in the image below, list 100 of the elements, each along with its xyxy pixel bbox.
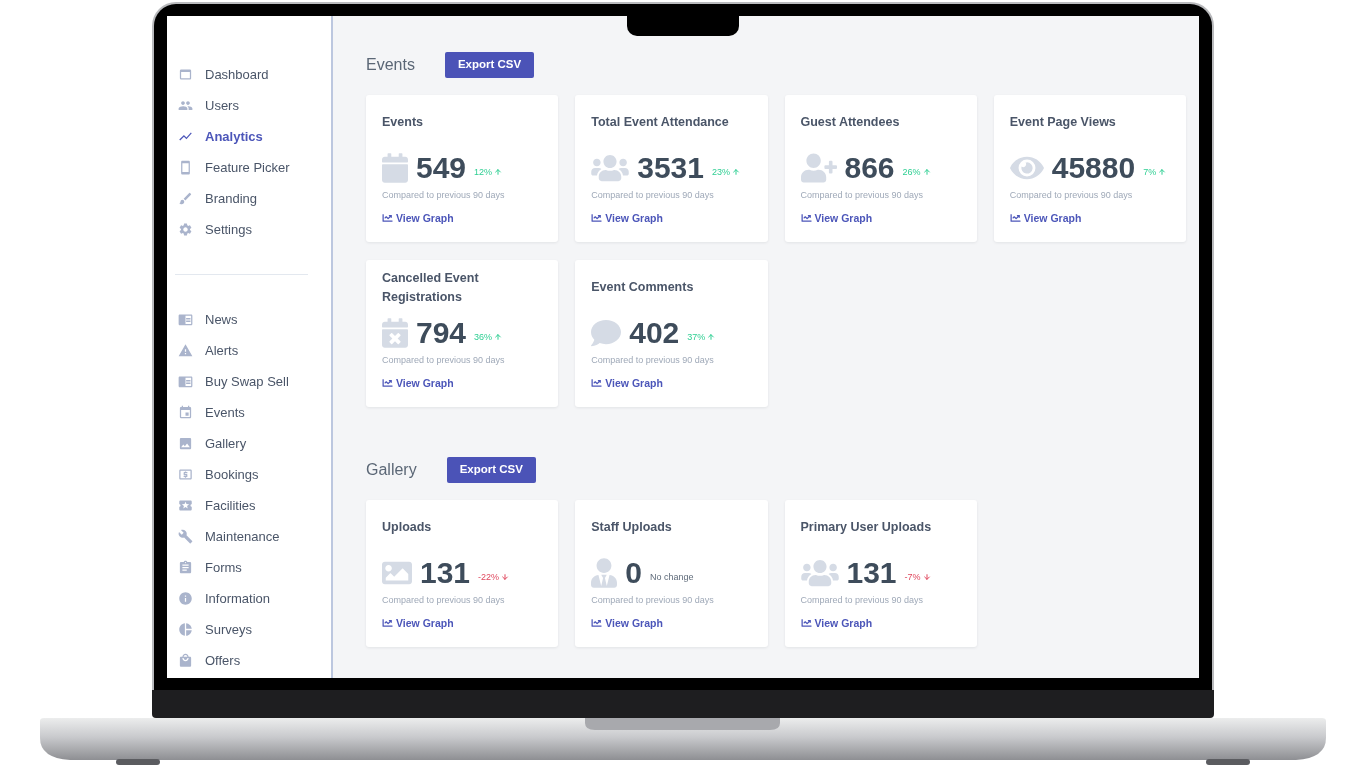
arrow-up-icon — [707, 333, 716, 341]
line-chart-icon — [382, 618, 393, 628]
reader-icon — [178, 312, 193, 327]
nav-item[interactable]: Alerts — [167, 335, 331, 366]
stat-value: 131 — [846, 556, 897, 590]
user-plus-icon — [800, 153, 837, 183]
stat-value: 402 — [629, 316, 680, 350]
export-button[interactable]: Export CSV — [446, 457, 536, 483]
wrench-icon — [178, 529, 193, 544]
view-graph-link[interactable]: View Graph — [800, 616, 873, 630]
nav-item[interactable]: Branding — [167, 183, 331, 214]
view-graph-link[interactable]: View Graph — [1009, 211, 1082, 225]
nav-item[interactable]: Analytics — [167, 121, 331, 152]
stat-value: 794 — [416, 316, 467, 350]
line-chart-icon — [591, 378, 603, 388]
window-icon — [178, 67, 193, 82]
card-title: Uploads — [382, 519, 432, 536]
view-graph-link[interactable]: View Graph — [800, 211, 873, 225]
calendar-icon — [178, 405, 193, 420]
people-icon — [591, 153, 630, 183]
bag-icon — [178, 653, 193, 668]
view-graph-link[interactable]: View Graph — [591, 376, 663, 390]
line-chart-icon — [591, 213, 603, 223]
view-graph-link[interactable]: View Graph — [382, 616, 454, 630]
stat-value: 0 — [625, 556, 642, 590]
section-title: Events — [366, 55, 415, 75]
card-title: Cancelled Event Registrations — [382, 269, 480, 306]
card-title: Guest Attendees — [800, 114, 900, 131]
card-title: Total Event Attendance — [591, 114, 729, 131]
change-text: 26% — [902, 166, 921, 178]
arrow-up-icon — [1158, 168, 1167, 176]
view-graph-link[interactable]: View Graph — [591, 211, 663, 225]
nav-item[interactable]: Settings — [167, 214, 331, 245]
stat-value: 131 — [420, 556, 471, 590]
stat-value: 3531 — [637, 151, 704, 185]
card-title: Events — [382, 114, 423, 131]
view-graph-link[interactable]: View Graph — [382, 211, 454, 225]
caption-text: Compared to previous 90 days — [591, 354, 715, 366]
nav-item[interactable]: Offers — [167, 645, 331, 676]
caption-text: Compared to previous 90 days — [800, 189, 925, 201]
line-chart-icon — [800, 618, 812, 628]
nav-item[interactable]: Information — [167, 583, 331, 614]
brush-icon — [178, 191, 193, 206]
stat-value: 549 — [416, 151, 467, 185]
ticket-icon — [178, 498, 193, 513]
line-chart-icon — [800, 213, 812, 223]
nav-item[interactable]: Buy Swap Sell — [167, 366, 331, 397]
pie-chart-icon — [178, 622, 193, 637]
nav-item[interactable]: Dashboard — [167, 59, 331, 90]
line-chart-icon — [382, 213, 393, 223]
export-button[interactable]: Export CSV — [444, 52, 535, 78]
view-graph-link[interactable]: View Graph — [382, 376, 454, 390]
change-text: 36% — [474, 331, 493, 343]
caption-text: Compared to previous 90 days — [591, 189, 715, 201]
arrow-up-icon — [732, 168, 740, 176]
change-text: -7% — [904, 571, 921, 583]
settings-icon — [178, 222, 193, 237]
nav-item[interactable]: Surveys — [167, 614, 331, 645]
calendar-icon — [382, 153, 408, 183]
view-graph-link[interactable]: View Graph — [591, 616, 663, 630]
warning-icon — [178, 343, 193, 358]
nav-item[interactable]: News — [167, 304, 331, 335]
line-chart-icon — [1009, 213, 1021, 223]
card-title: Event Comments — [591, 279, 694, 296]
card-title: Primary User Uploads — [800, 519, 932, 536]
speech-bubble-icon — [591, 318, 622, 348]
stat-value: 45880 — [1051, 151, 1136, 185]
person-tie-icon — [591, 558, 618, 588]
nav-item[interactable]: Events — [167, 397, 331, 428]
arrow-up-icon — [494, 333, 503, 341]
arrow-down-icon — [501, 573, 510, 581]
stat-value: 866 — [844, 151, 895, 185]
section-title: Gallery — [366, 460, 417, 480]
calendar-x-icon — [382, 318, 408, 348]
line-chart-icon — [382, 378, 393, 388]
info-icon — [178, 591, 193, 606]
reader-icon — [178, 374, 193, 389]
clipboard-icon — [178, 560, 193, 575]
change-text: 7% — [1143, 166, 1157, 178]
nav-item[interactable]: Facilities — [167, 490, 331, 521]
nav-item[interactable]: Feature Picker — [167, 152, 331, 183]
caption-text: Compared to previous 90 days — [382, 354, 506, 366]
change-text: 37% — [687, 331, 706, 343]
image-icon — [178, 436, 193, 451]
nav-item[interactable]: Gallery — [167, 428, 331, 459]
change-text: -22% — [478, 571, 500, 583]
arrow-down-icon — [922, 573, 931, 581]
people-icon — [178, 98, 193, 113]
nav-item[interactable]: Maintenance — [167, 521, 331, 552]
caption-text: Compared to previous 90 days — [382, 189, 506, 201]
nav-item[interactable]: Forms — [167, 552, 331, 583]
line-chart-icon — [591, 618, 603, 628]
people-icon — [800, 558, 839, 588]
nav-item[interactable]: Bookings — [167, 459, 331, 490]
phone-icon — [178, 160, 193, 175]
card-title: Event Page Views — [1009, 114, 1116, 131]
caption-text: Compared to previous 90 days — [591, 594, 715, 606]
card-title: Staff Uploads — [591, 519, 672, 536]
nav-item[interactable]: Users — [167, 90, 331, 121]
banknote-icon — [178, 467, 193, 482]
